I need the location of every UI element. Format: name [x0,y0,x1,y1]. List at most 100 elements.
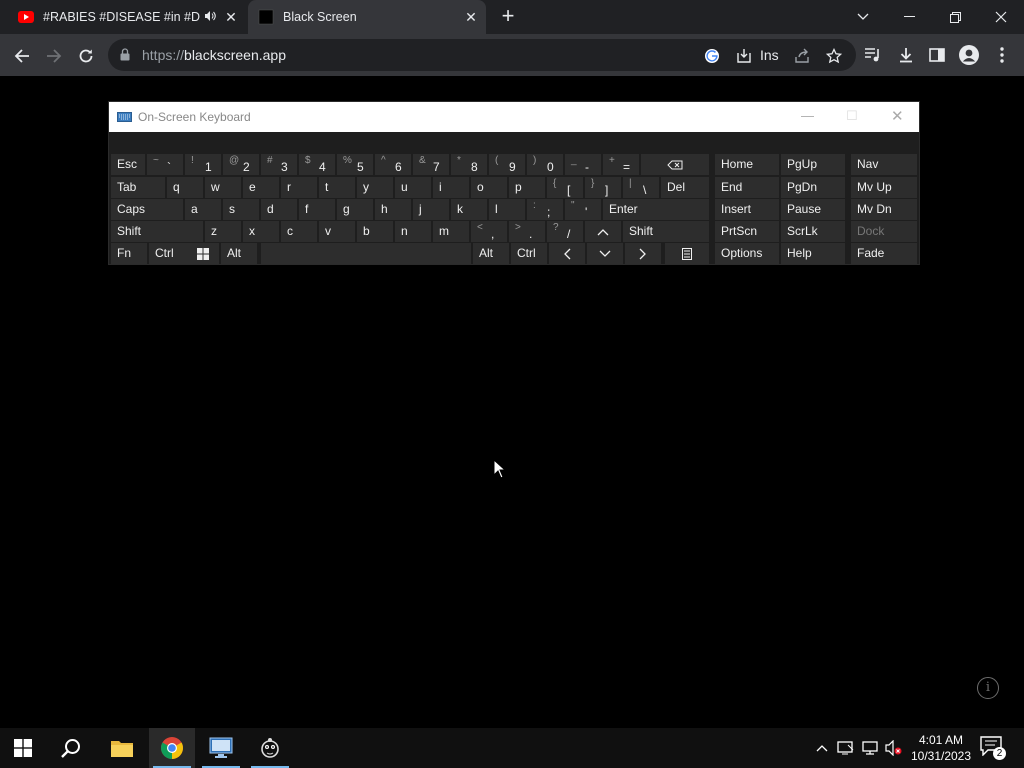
chrome-button[interactable] [149,728,195,768]
osk-minimize-button[interactable]: — [801,108,814,123]
osk-key-6[interactable]: ^ 6 [375,154,411,175]
osk-key-fn[interactable]: Fn [111,243,147,264]
osk-key-d[interactable]: d [261,199,297,220]
osk-key-5[interactable]: % 5 [337,154,373,175]
minimize-button[interactable] [886,0,932,34]
osk-key-rshift[interactable]: Shift [623,221,709,242]
osk-key-prtscn[interactable]: PrtScn [715,221,779,242]
osk-key-4[interactable]: $4 [299,154,335,175]
osk-key-period[interactable]: >. [509,221,545,242]
osk-key-dock[interactable]: Dock [851,221,917,242]
osk-key-3[interactable]: #3 [261,154,297,175]
osk-key-rctrl[interactable]: Ctrl [511,243,547,264]
tab-black-screen[interactable]: Black Screen ✕ [248,0,486,34]
osk-key-g[interactable]: g [337,199,373,220]
taskbar-clock[interactable]: 4:01 AM 10/31/2023 [908,732,974,764]
osk-close-button[interactable]: ✕ [891,107,904,125]
osk-key-rbracket[interactable]: }] [585,177,621,198]
remote-desktop-button[interactable] [198,728,244,768]
osk-key-help[interactable]: Help [781,243,845,264]
osk-key-slash[interactable]: ? / [547,221,583,242]
install-label[interactable]: Ins [760,47,779,63]
osk-key-navk[interactable]: Nav [851,154,917,175]
google-icon[interactable] [702,46,722,66]
osk-key-f[interactable]: f [299,199,335,220]
osk-key-enter[interactable]: Enter [603,199,709,220]
osk-title-bar[interactable]: On-Screen Keyboard — ☐ ✕ [109,102,919,132]
menu-kebab-icon[interactable] [991,44,1013,66]
close-window-button[interactable] [978,0,1024,34]
file-explorer-button[interactable] [99,728,145,768]
side-panel-icon[interactable] [926,44,948,66]
osk-key-pgup[interactable]: PgUp [781,154,845,175]
osk-key-2[interactable]: @2 [223,154,259,175]
osk-key-i[interactable]: i [433,177,469,198]
ease-of-access-app-button[interactable] [247,728,293,768]
osk-key-context-menu[interactable] [665,243,709,264]
info-icon[interactable]: i [977,677,999,699]
search-button[interactable] [48,728,94,768]
osk-key-left-arrow[interactable] [549,243,585,264]
osk-key-down-arrow[interactable] [587,243,623,264]
new-tab-button[interactable]: + [496,5,520,29]
action-center-button[interactable]: 2 [980,736,1008,760]
osk-maximize-button[interactable]: ☐ [846,108,858,124]
osk-key-r[interactable]: r [281,177,317,198]
osk-key-u[interactable]: u [395,177,431,198]
tab-search-button[interactable] [840,0,886,34]
back-button[interactable] [8,42,36,70]
network-icon[interactable] [860,738,880,758]
restore-button[interactable] [932,0,978,34]
osk-key-1[interactable]: ! 1 [185,154,221,175]
osk-key-esc[interactable]: Esc [111,154,145,175]
osk-key-n[interactable]: n [395,221,431,242]
osk-key-m[interactable]: m [433,221,469,242]
osk-key-o[interactable]: o [471,177,507,198]
osk-key-quote[interactable]: " ' [565,199,601,220]
reload-button[interactable] [72,42,100,70]
osk-key-backslash[interactable]: | \ [623,177,659,198]
osk-key-l[interactable]: l [489,199,525,220]
osk-key-scrlk[interactable]: ScrLk [781,221,845,242]
osk-key-del[interactable]: Del [661,177,709,198]
osk-key-end[interactable]: End [715,177,779,198]
osk-key-9[interactable]: (9 [489,154,525,175]
osk-key-0[interactable]: ) 0 [527,154,563,175]
osk-key-s[interactable]: s [223,199,259,220]
media-controls-icon[interactable] [862,44,884,66]
osk-key-mvup[interactable]: Mv Up [851,177,917,198]
osk-key-h[interactable]: h [375,199,411,220]
bookmark-star-icon[interactable] [824,46,844,66]
osk-key-caps[interactable]: Caps [111,199,183,220]
osk-key-comma[interactable]: <, [471,221,507,242]
tab-youtube[interactable]: #RABIES #DISEASE #in #DOG ✕ [8,0,246,34]
show-hidden-icons-chevron-up-icon[interactable] [812,738,832,758]
osk-key-p[interactable]: p [509,177,545,198]
osk-key-a[interactable]: a [185,199,221,220]
monitor-tray-icon[interactable] [836,738,856,758]
osk-key-y[interactable]: y [357,177,393,198]
start-button[interactable] [0,728,46,768]
osk-key-pgdn[interactable]: PgDn [781,177,845,198]
osk-key-backspace[interactable] [641,154,709,175]
close-tab-icon[interactable]: ✕ [460,9,482,26]
profile-avatar-icon[interactable] [958,44,980,66]
osk-key-lbracket[interactable]: {[ [547,177,583,198]
osk-key-q[interactable]: q [167,177,203,198]
osk-key-options[interactable]: Options [715,243,779,264]
volume-muted-icon[interactable] [884,738,904,758]
osk-key-minus[interactable]: _ - [565,154,601,175]
osk-key-up-arrow[interactable] [585,221,621,242]
osk-key-space[interactable] [261,243,471,264]
osk-key-x[interactable]: x [243,221,279,242]
osk-key-c[interactable]: c [281,221,317,242]
close-tab-icon[interactable]: ✕ [220,9,242,26]
osk-key-z[interactable]: z [205,221,241,242]
osk-key-8[interactable]: * 8 [451,154,487,175]
osk-key-v[interactable]: v [319,221,355,242]
osk-key-fade[interactable]: Fade [851,243,917,264]
share-icon[interactable] [792,46,812,66]
osk-key-windows[interactable] [187,243,219,264]
osk-key-ralt[interactable]: Alt [473,243,509,264]
osk-key-insert[interactable]: Insert [715,199,779,220]
